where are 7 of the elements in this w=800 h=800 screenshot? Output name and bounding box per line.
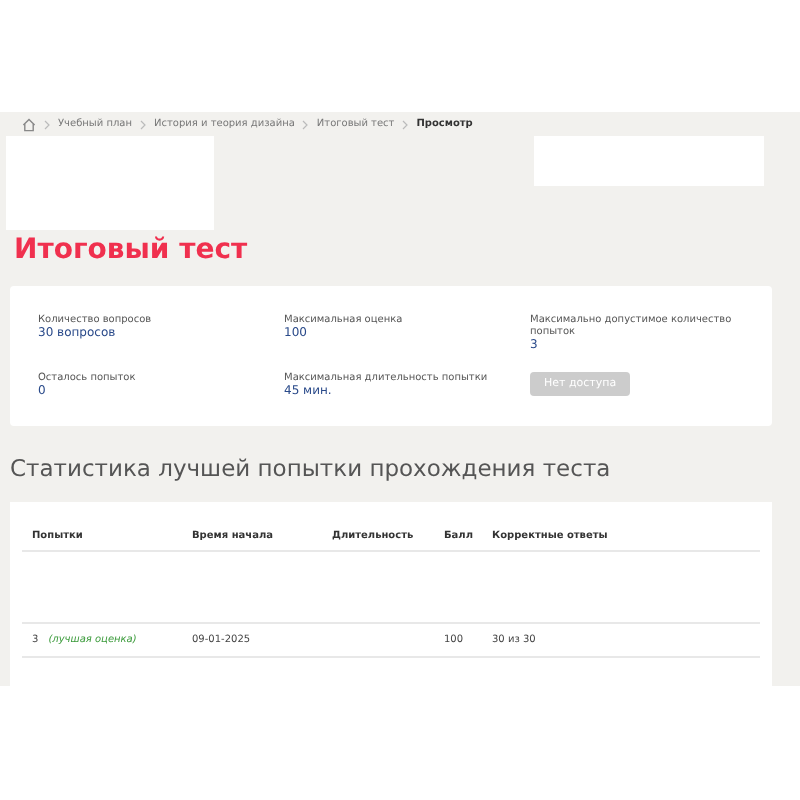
page-title: Итоговый тест bbox=[14, 234, 250, 266]
home-icon[interactable] bbox=[22, 117, 36, 131]
chevron-icon bbox=[402, 119, 409, 129]
chevron-icon bbox=[302, 119, 309, 129]
chevron-icon bbox=[44, 119, 50, 129]
section-title: Статистика лучшей попытки прохождения теста bbox=[10, 454, 613, 482]
chevron-icon bbox=[140, 119, 147, 129]
